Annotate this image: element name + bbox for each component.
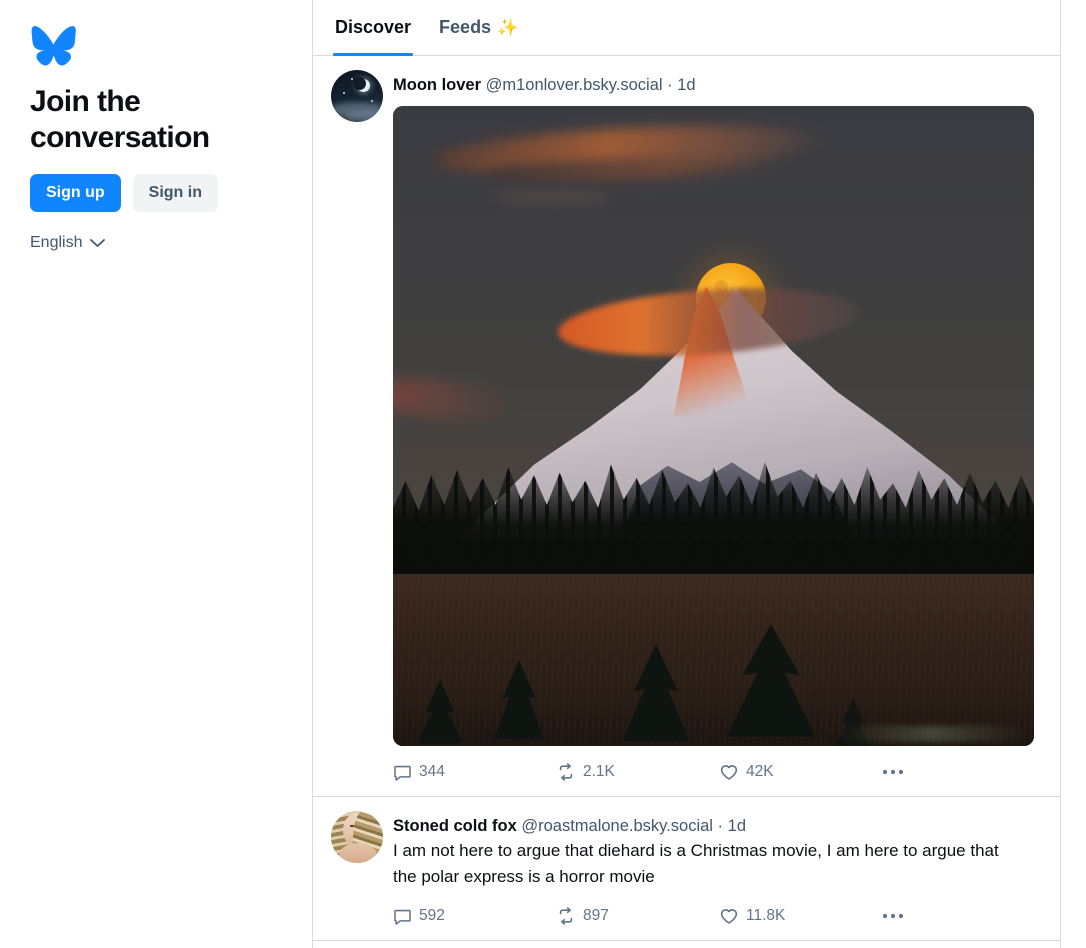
bluesky-butterfly-logo-icon[interactable] (30, 26, 312, 68)
main-column: Discover Feeds ✨ Moon lover @m1onlover.b… (312, 0, 1061, 948)
avatar[interactable] (331, 811, 383, 863)
sign-in-button[interactable]: Sign in (132, 174, 218, 212)
post-timestamp[interactable]: 1d (728, 817, 746, 835)
reply-button[interactable]: 344 (393, 763, 556, 782)
reply-count: 344 (419, 763, 445, 780)
sparkles-icon: ✨ (497, 18, 519, 37)
post-feed: Moon lover @m1onlover.bsky.social · 1d 3… (313, 56, 1060, 948)
table-row[interactable]: Moon lover @m1onlover.bsky.social · 1d 3… (313, 56, 1060, 797)
heart-icon (719, 762, 739, 782)
table-row[interactable]: Stoned cold fox @roastmalone.bsky.social… (313, 797, 1060, 941)
post-actions: 592 897 11.8K (393, 892, 1042, 940)
reply-button[interactable]: 592 (393, 907, 556, 926)
star-icon (343, 92, 345, 94)
post-header: Stoned cold fox @roastmalone.bsky.social… (393, 815, 1042, 837)
water-highlight (836, 726, 1026, 742)
cloud-icon (345, 110, 383, 122)
language-selector[interactable]: English (30, 234, 106, 252)
post-image[interactable] (393, 106, 1034, 746)
ellipsis-icon (882, 769, 904, 775)
separator: · (717, 817, 724, 835)
star-icon (371, 100, 373, 102)
field (393, 574, 1034, 746)
language-label: English (30, 234, 83, 251)
repost-count: 2.1K (583, 763, 615, 780)
sign-up-button[interactable]: Sign up (30, 174, 121, 212)
tab-inactive-underline (437, 53, 520, 56)
post-timestamp[interactable]: 1d (677, 76, 695, 94)
sidebar: Join the conversation Sign up Sign in En… (0, 0, 312, 948)
chevron-down-icon (90, 238, 106, 248)
reply-count: 592 (419, 907, 445, 924)
post-author-name[interactable]: Stoned cold fox (393, 817, 517, 835)
repost-count: 897 (583, 907, 609, 924)
page-title: Join the conversation (30, 85, 210, 154)
tab-discover[interactable]: Discover (321, 0, 425, 56)
field-texture (393, 574, 1034, 746)
post-text: I am not here to argue that diehard is a… (393, 841, 999, 886)
like-button[interactable]: 11.8K (719, 906, 882, 926)
app-root: Join the conversation Sign up Sign in En… (0, 0, 1086, 948)
repost-icon (556, 906, 576, 926)
like-count: 42K (746, 763, 774, 780)
ellipsis-icon (882, 913, 904, 919)
shoulders-shape (339, 843, 377, 863)
star-icon (351, 78, 353, 80)
tab-feeds[interactable]: Feeds ✨ (425, 0, 532, 55)
comment-icon (393, 907, 412, 926)
separator: · (667, 76, 673, 94)
post-header: Moon lover @m1onlover.bsky.social · 1d (393, 74, 1042, 96)
repost-button[interactable]: 2.1K (556, 762, 719, 782)
heart-icon (719, 906, 739, 926)
tab-active-underline (333, 53, 414, 56)
repost-icon (556, 762, 576, 782)
post-author-handle[interactable]: @roastmalone.bsky.social (521, 817, 713, 835)
tab-discover-label: Discover (335, 17, 412, 37)
post-more-button[interactable] (882, 913, 904, 919)
cloud-icon (493, 191, 613, 203)
crescent-moon-icon (353, 77, 370, 92)
comment-icon (393, 763, 412, 782)
feed-tabbar: Discover Feeds ✨ (313, 0, 1060, 56)
post-body: Moon lover @m1onlover.bsky.social · 1d 3… (393, 70, 1042, 796)
repost-button[interactable]: 897 (556, 906, 719, 926)
auth-buttons: Sign up Sign in (30, 174, 312, 212)
post-actions: 344 2.1K 42K (393, 748, 1042, 796)
post-body: Stoned cold fox @roastmalone.bsky.social… (393, 811, 1042, 940)
like-count: 11.8K (746, 907, 786, 924)
post-more-button[interactable] (882, 769, 904, 775)
post-author-handle[interactable]: @m1onlover.bsky.social (486, 76, 663, 94)
like-button[interactable]: 42K (719, 762, 882, 782)
avatar[interactable] (331, 70, 383, 122)
post-author-name[interactable]: Moon lover (393, 76, 481, 94)
tab-feeds-label: Feeds (439, 17, 492, 37)
